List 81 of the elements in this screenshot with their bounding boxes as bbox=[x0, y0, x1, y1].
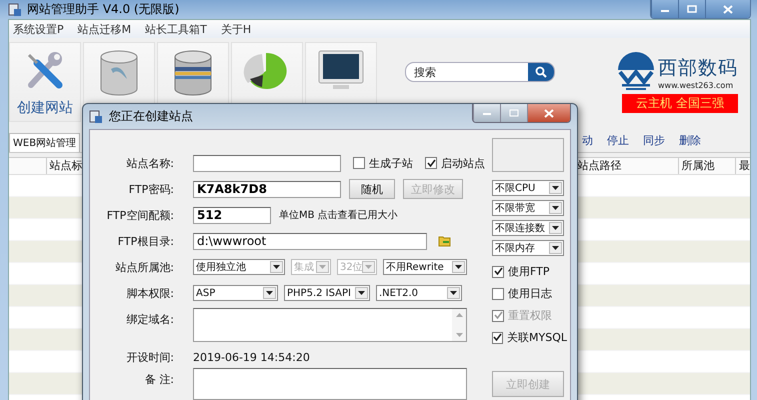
dropdown-arrow-icon bbox=[552, 186, 559, 190]
dropdown-arrow-icon bbox=[273, 265, 280, 269]
action-link[interactable]: 停止 bbox=[607, 133, 630, 148]
checkmark-icon bbox=[494, 267, 502, 276]
close-button[interactable] bbox=[527, 104, 570, 122]
dropdown-arrow-icon bbox=[266, 291, 273, 295]
dropdown[interactable]: ASP bbox=[193, 285, 278, 301]
brand-name: 西部数码 bbox=[658, 56, 738, 80]
creation-time: 2019-06-19 14:54:20 bbox=[193, 350, 310, 364]
action-link[interactable]: 动 bbox=[582, 133, 594, 148]
minimize-button[interactable] bbox=[651, 0, 678, 18]
field-label: 站点所属池: bbox=[114, 260, 174, 274]
dropdown[interactable]: 使用独立池 bbox=[193, 259, 285, 275]
checkmark-icon bbox=[494, 311, 502, 320]
input-field[interactable] bbox=[193, 154, 341, 172]
tab[interactable]: WEB网站管理 bbox=[9, 133, 80, 152]
action-link[interactable]: 删除 bbox=[679, 133, 702, 148]
quota-hint: 单位MB 点击查看已用大小 bbox=[279, 208, 398, 222]
menu-item[interactable]: 关于H bbox=[220, 22, 252, 36]
checkbox[interactable]: 启动站点 bbox=[425, 156, 485, 170]
checkmark-icon bbox=[426, 158, 436, 168]
dropdown[interactable]: 不限CPU bbox=[492, 180, 564, 196]
dropdown-arrow-icon bbox=[450, 291, 457, 295]
checkbox[interactable]: 使用FTP bbox=[492, 264, 564, 279]
column-header: 所属池 bbox=[678, 158, 736, 174]
maximize-icon bbox=[509, 109, 519, 117]
action-button[interactable]: 随机 bbox=[349, 179, 395, 199]
input-field[interactable]: K7A8k7D8 bbox=[193, 180, 341, 198]
dropdown[interactable]: 不用Rewrite bbox=[383, 259, 467, 275]
checkbox[interactable]: 生成子站 bbox=[353, 156, 413, 170]
field-label: FTP根目录: bbox=[116, 234, 174, 248]
search-button[interactable] bbox=[528, 63, 554, 81]
promo-banner: 云主机 全国三强 bbox=[622, 94, 738, 113]
menu-item[interactable]: 站点迁移M bbox=[78, 22, 132, 36]
dropdown-arrow-icon bbox=[358, 291, 365, 295]
search-box[interactable]: 搜索 bbox=[405, 62, 555, 82]
preview-box bbox=[492, 138, 564, 172]
dialog-title: 您正在创建站点 bbox=[109, 108, 193, 125]
dropdown-arrow-icon bbox=[552, 246, 559, 250]
search-field[interactable]: 搜索 bbox=[406, 63, 528, 81]
field-label: 开设时间: bbox=[125, 350, 174, 364]
search-icon bbox=[535, 66, 547, 78]
menu-item[interactable]: 站长工具箱T bbox=[145, 22, 207, 36]
text-area[interactable] bbox=[193, 368, 467, 400]
toolbar-button[interactable]: 创建网站 bbox=[9, 42, 81, 122]
window-title: 网站管理助手 V4.0 (无限版) bbox=[27, 1, 180, 18]
menu-item[interactable]: 系统设置P bbox=[13, 22, 64, 36]
action-link[interactable]: 同步 bbox=[643, 133, 666, 148]
field-label: 绑定域名: bbox=[125, 312, 174, 327]
field-label: 备 注: bbox=[144, 372, 174, 387]
dropdown[interactable]: PHP5.2 ISAPI bbox=[284, 285, 370, 301]
checkmark-icon bbox=[493, 333, 502, 342]
dropdown-arrow-icon bbox=[365, 265, 372, 269]
input-field[interactable]: d:\wwwroot bbox=[193, 232, 427, 250]
maximize-button[interactable] bbox=[500, 104, 527, 122]
close-button[interactable] bbox=[705, 0, 750, 18]
checkbox[interactable]: 使用日志 bbox=[492, 286, 564, 301]
dropdown[interactable]: .NET2.0 bbox=[376, 285, 462, 301]
dropdown-arrow-icon bbox=[455, 265, 462, 269]
field-label: 脚本权限: bbox=[125, 286, 174, 300]
input-field[interactable]: 512 bbox=[193, 206, 271, 224]
maximize-icon bbox=[687, 5, 697, 13]
dropdown-arrow-icon bbox=[319, 265, 326, 269]
close-icon bbox=[544, 108, 554, 118]
maximize-button[interactable] bbox=[678, 0, 705, 18]
dropdown[interactable]: 不限内存 bbox=[492, 240, 564, 256]
minimize-button[interactable] bbox=[473, 104, 500, 122]
logo-icon bbox=[616, 52, 656, 92]
dropdown[interactable]: 不限连接数 bbox=[492, 220, 564, 236]
field-label: FTP空间配额: bbox=[106, 208, 174, 222]
brand-url: www.west263.com bbox=[658, 80, 734, 90]
app-icon bbox=[89, 110, 103, 124]
dropdown[interactable]: 不限带宽 bbox=[492, 200, 564, 216]
column-header: 最 bbox=[738, 158, 750, 174]
dropdown-arrow-icon bbox=[552, 226, 559, 230]
minimize-icon bbox=[482, 110, 492, 116]
folder-icon[interactable] bbox=[438, 235, 452, 247]
dropdown-arrow-icon bbox=[552, 206, 559, 210]
close-icon bbox=[723, 4, 733, 14]
app-icon bbox=[8, 2, 22, 16]
field-label: FTP密码: bbox=[128, 182, 174, 196]
